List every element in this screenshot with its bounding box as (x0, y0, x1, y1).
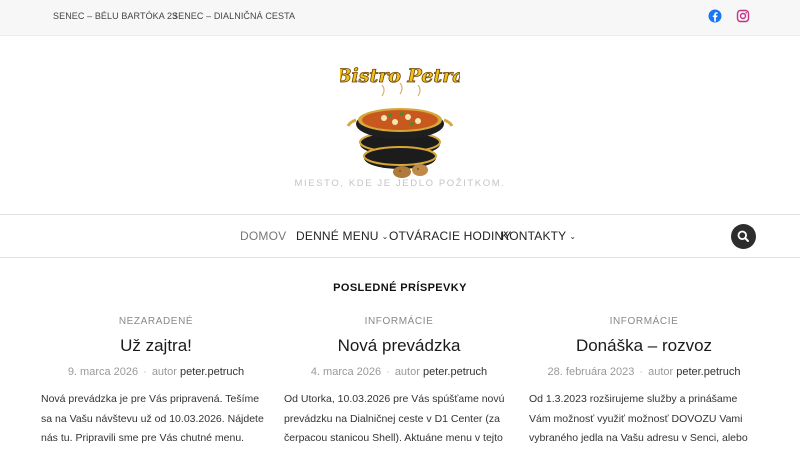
site-header: Bistro Petra MIESTO, KDE JE JEDLO POŽITK… (0, 36, 800, 214)
post-date[interactable]: 4. marca 2026 (311, 366, 381, 378)
chevron-down-icon: ⌄ (381, 232, 389, 241)
meta-separator: · (143, 366, 147, 378)
author-prefix: autor (394, 366, 420, 378)
post-category[interactable]: NEZARADENÉ (41, 316, 271, 327)
nav-item-domov[interactable]: DOMOV (240, 229, 286, 243)
nav-item-otvaracie-hodiny[interactable]: OTVÁRACIE HODINY (389, 229, 512, 243)
nav-item-denne-menu[interactable]: DENNÉ MENU ⌄ (296, 229, 389, 243)
post-category[interactable]: INFORMÁCIE (284, 316, 514, 327)
post-category[interactable]: INFORMÁCIE (529, 316, 759, 327)
search-icon (737, 230, 749, 242)
post-date[interactable]: 28. februára 2023 (548, 366, 635, 378)
post-meta: 28. februára 2023 · autor peter.petruch (529, 366, 759, 378)
author-prefix: autor (151, 366, 177, 378)
post-author[interactable]: peter.petruch (180, 366, 244, 378)
post-card: INFORMÁCIE Nová prevádzka 4. marca 2026 ·… (284, 316, 514, 449)
section-title: POSLEDNÉ PRÍSPEVKY (333, 282, 467, 294)
post-excerpt: Od Utorka, 10.03.2026 pre Vás spúšťame n… (284, 393, 505, 444)
post-title[interactable]: Nová prevádzka (284, 336, 514, 356)
nav-item-label: DENNÉ MENU (296, 229, 379, 243)
post-author[interactable]: peter.petruch (676, 366, 740, 378)
instagram-icon[interactable] (736, 9, 750, 23)
meta-separator: · (639, 366, 644, 378)
facebook-icon[interactable] (708, 9, 722, 23)
post-excerpt: Nová prevádzka je pre Vás pripravená. Te… (41, 393, 264, 444)
nav-item-kontakty[interactable]: KONTAKTY ⌄ (501, 229, 576, 243)
post-excerpt: Od 1.3.2023 rozširujeme služby a prináša… (529, 393, 748, 444)
post-author[interactable]: peter.petruch (423, 366, 487, 378)
chevron-down-icon: ⌄ (569, 232, 577, 241)
post-title[interactable]: Donáška – rozvoz (529, 336, 759, 356)
post-card: NEZARADENÉ Už zajtra! 9. marca 2026 · auto… (41, 316, 271, 449)
top-bar: SENEC – BÉLU BARTÓKA 23 SENEC – DIALNIČN… (0, 0, 800, 36)
post-card: INFORMÁCIE Donáška – rozvoz 28. februára… (529, 316, 759, 449)
search-button[interactable] (731, 224, 756, 249)
post-date[interactable]: 9. marca 2026 (68, 366, 138, 378)
nav-item-label: KONTAKTY (501, 229, 567, 243)
location-link-dialnicna[interactable]: SENEC – DIALNIČNÁ CESTA (172, 11, 295, 21)
nav-item-label: OTVÁRACIE HODINY (389, 229, 512, 243)
main-navigation: DOMOV DENNÉ MENU ⌄ OTVÁRACIE HODINY KONTA… (0, 214, 800, 258)
meta-separator: · (386, 366, 390, 378)
site-tagline: MIESTO, KDE JE JEDLO POŽITKOM. (294, 178, 506, 189)
post-title[interactable]: Už zajtra! (41, 336, 271, 356)
site-logo[interactable]: Bistro Petra (334, 58, 465, 186)
nav-item-label: DOMOV (240, 229, 287, 243)
location-link-bartoka[interactable]: SENEC – BÉLU BARTÓKA 23 (53, 11, 177, 21)
post-meta: 9. marca 2026 · autor peter.petruch (41, 366, 271, 378)
post-meta: 4. marca 2026 · autor peter.petruch (284, 366, 514, 378)
author-prefix: autor (648, 366, 674, 378)
